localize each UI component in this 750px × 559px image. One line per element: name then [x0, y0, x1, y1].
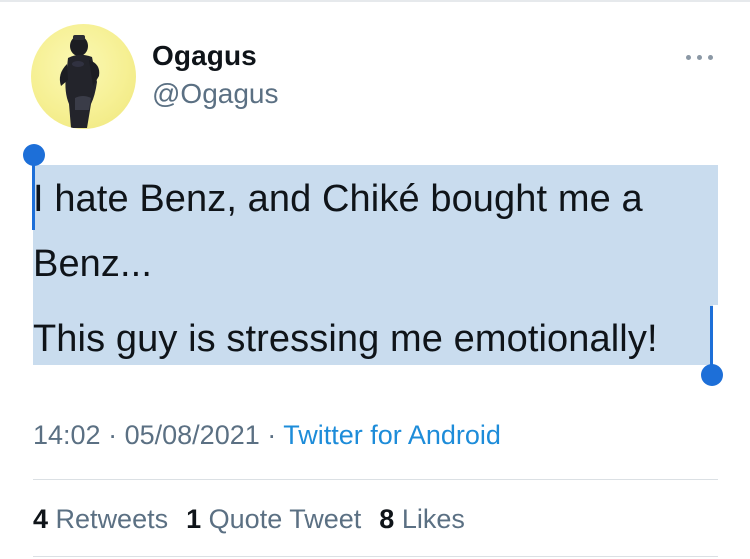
- selection-start-caret: [32, 160, 35, 230]
- tweet-text-line[interactable]: Benz...: [33, 243, 152, 286]
- engagement-stats: 4 Retweets 1 Quote Tweet 8 Likes: [33, 504, 465, 535]
- tweet-time: 14:02: [33, 420, 101, 450]
- more-options-icon[interactable]: [684, 50, 716, 66]
- avatar-person-image: [59, 35, 100, 128]
- likes-label: Likes: [401, 504, 465, 534]
- author-handle[interactable]: @Ogagus: [152, 78, 279, 110]
- meta-separator: ·: [267, 420, 277, 450]
- meta-separator: ·: [108, 420, 118, 450]
- tweet-text-line[interactable]: This guy is stressing me emotionally!: [33, 318, 658, 361]
- likes-stat[interactable]: 8 Likes: [379, 504, 465, 534]
- quote-tweets-label: Quote Tweet: [208, 504, 362, 534]
- avatar[interactable]: [31, 24, 136, 129]
- retweets-label: Retweets: [55, 504, 169, 534]
- quote-tweets-stat[interactable]: 1 Quote Tweet: [186, 504, 361, 534]
- top-divider: [0, 0, 750, 2]
- tweet-date: 05/08/2021: [124, 420, 260, 450]
- likes-count: 8: [379, 504, 395, 534]
- author-display-name[interactable]: Ogagus: [152, 40, 257, 72]
- stats-divider: [33, 556, 718, 557]
- retweets-stat[interactable]: 4 Retweets: [33, 504, 168, 534]
- selection-end-caret: [710, 306, 713, 370]
- retweets-count: 4: [33, 504, 49, 534]
- quote-tweets-count: 1: [186, 504, 202, 534]
- tweet-timestamp: 14:02 · 05/08/2021 · Twitter for Android: [33, 420, 501, 451]
- meta-divider: [33, 479, 718, 480]
- tweet-text-line[interactable]: I hate Benz, and Chiké bought me a: [33, 178, 643, 221]
- tweet-source-link[interactable]: Twitter for Android: [283, 420, 501, 450]
- selection-end-handle[interactable]: [701, 364, 723, 386]
